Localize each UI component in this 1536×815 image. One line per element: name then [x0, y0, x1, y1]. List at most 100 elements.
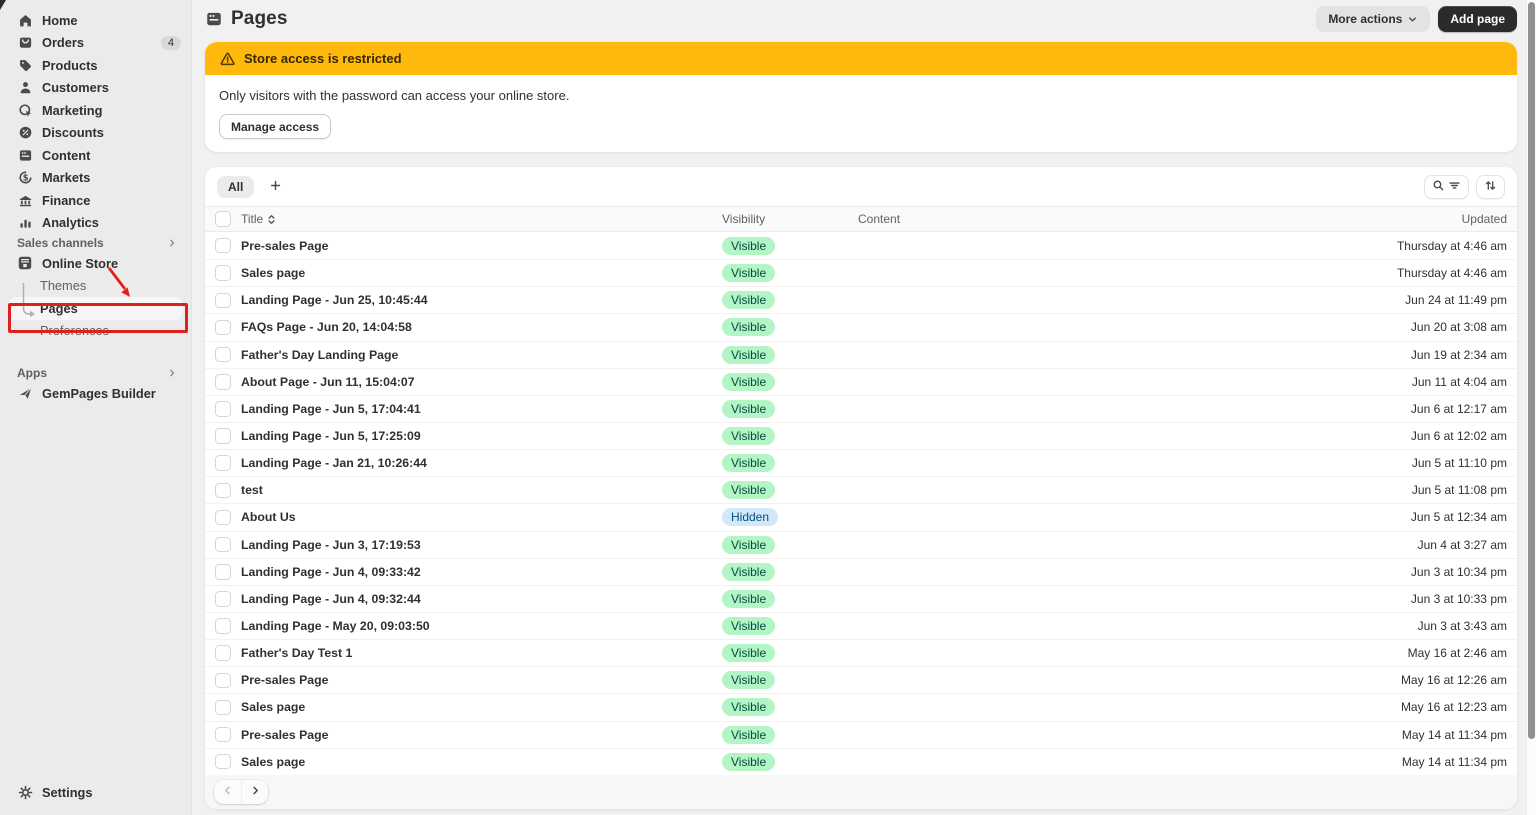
column-header-title[interactable]: Title [241, 212, 722, 226]
page-title-cell[interactable]: test [241, 483, 722, 497]
row-checkbox[interactable] [215, 401, 231, 417]
sidebar-item-analytics[interactable]: Analytics [0, 212, 191, 235]
sidebar-item-markets[interactable]: $ Markets [0, 167, 191, 190]
page-title-cell[interactable]: Landing Page - Jun 4, 09:32:44 [241, 592, 722, 606]
scrollbar-thumb[interactable] [1527, 2, 1535, 739]
column-header-updated: Updated [1461, 212, 1507, 226]
table-row[interactable]: Landing Page - Jun 4, 09:32:44 Visible Jun… [205, 584, 1517, 612]
row-checkbox[interactable] [215, 292, 231, 309]
table-row[interactable]: Pre-sales Page Visible Thursday at 4:46 am [205, 232, 1517, 259]
table-row[interactable]: Father's Day Test 1 Visible May 16 at 2:46… [205, 639, 1517, 666]
page-title-cell[interactable]: Sales page [241, 755, 722, 769]
page-title-cell[interactable]: Sales page [241, 700, 722, 714]
pages-label: Pages [40, 300, 78, 316]
sidebar-item-products[interactable]: Products [0, 54, 191, 77]
row-checkbox[interactable] [215, 482, 231, 499]
add-view-button[interactable] [264, 175, 287, 199]
row-checkbox[interactable] [215, 564, 231, 580]
sidebar-item-themes[interactable]: Themes [0, 275, 191, 298]
more-actions-button[interactable]: More actions [1316, 6, 1431, 32]
sidebar-item-pages[interactable]: Pages [8, 297, 183, 320]
table-row[interactable]: Pre-sales Page Visible May 14 at 11:34 pm [205, 720, 1517, 748]
page-title-cell[interactable]: Landing Page - Jun 5, 17:04:41 [241, 402, 722, 416]
table-row[interactable]: Sales page Visible Thursday at 4:46 am [205, 259, 1517, 286]
table-row[interactable]: Landing Page - Jun 5, 17:25:09 Visible Jun… [205, 421, 1517, 449]
row-checkbox[interactable] [215, 753, 231, 770]
page-title-cell[interactable]: Landing Page - Jun 25, 10:45:44 [241, 293, 722, 307]
page-title-cell[interactable]: About Us [241, 510, 722, 524]
sidebar-item-finance[interactable]: Finance [0, 189, 191, 212]
previous-page-button[interactable] [214, 779, 241, 804]
page-title-cell[interactable]: Sales page [241, 266, 722, 280]
row-checkbox[interactable] [215, 618, 231, 634]
table-row[interactable]: Sales page Visible May 14 at 11:34 pm [205, 747, 1517, 775]
table-row[interactable]: Landing Page - Jun 4, 09:33:42 Visible Jun… [205, 557, 1517, 585]
sidebar-item-preferences[interactable]: Preferences [0, 320, 191, 343]
sidebar-item-home[interactable]: Home [0, 9, 191, 32]
page-title-cell[interactable]: Pre-sales Page [241, 728, 722, 742]
sidebar-item-orders[interactable]: Orders 4 [0, 32, 191, 55]
sidebar-item-label: Customers [42, 80, 109, 96]
sales-channels-header[interactable]: Sales channels [0, 234, 191, 252]
row-checkbox[interactable] [215, 726, 231, 743]
sort-button[interactable] [1476, 174, 1505, 199]
page-title-cell[interactable]: About Page - Jun 11, 15:04:07 [241, 375, 722, 389]
manage-access-button[interactable]: Manage access [219, 114, 332, 139]
table-row[interactable]: Father's Day Landing Page Visible Jun 19 a… [205, 340, 1517, 368]
next-page-button[interactable] [241, 779, 268, 804]
apps-header[interactable]: Apps [0, 364, 191, 382]
row-checkbox[interactable] [215, 591, 231, 607]
page-title-cell[interactable]: Landing Page - Jan 21, 10:26:44 [241, 456, 722, 470]
row-checkbox[interactable] [215, 645, 231, 661]
page-title-cell[interactable]: FAQs Page - Jun 20, 14:04:58 [241, 320, 722, 334]
page-title-cell[interactable]: Landing Page - Jun 3, 17:19:53 [241, 538, 722, 552]
sidebar-nav: Home Orders 4 Products Customers Marketing Dis… [0, 9, 191, 234]
table-row[interactable]: test Visible Jun 5 at 11:08 pm [205, 476, 1517, 503]
row-checkbox[interactable] [215, 374, 231, 390]
row-checkbox[interactable] [215, 509, 231, 526]
table-row[interactable]: Sales page Visible May 16 at 12:23 am [205, 693, 1517, 720]
sidebar-item-customers[interactable]: Customers [0, 77, 191, 100]
row-checkbox[interactable] [215, 428, 231, 444]
chevron-right-icon [167, 238, 177, 248]
sidebar-item-marketing[interactable]: Marketing [0, 99, 191, 122]
table-row[interactable]: Landing Page - Jun 3, 17:19:53 Visible Jun… [205, 530, 1517, 558]
table-row[interactable]: About Page - Jun 11, 15:04:07 Visible Jun … [205, 367, 1517, 395]
table-row[interactable]: Landing Page - Jan 21, 10:26:44 Visible Ju… [205, 449, 1517, 476]
sidebar-item-discounts[interactable]: Discounts [0, 122, 191, 145]
page-title-cell[interactable]: Pre-sales Page [241, 673, 722, 687]
page-title-cell[interactable]: Father's Day Landing Page [241, 348, 722, 362]
table-row[interactable]: Landing Page - Jun 25, 10:45:44 Visible Ju… [205, 286, 1517, 313]
row-checkbox[interactable] [215, 672, 231, 689]
select-all-checkbox[interactable] [215, 211, 231, 227]
table-row[interactable]: Landing Page - May 20, 09:03:50 Visible Ju… [205, 611, 1517, 639]
page-title-cell[interactable]: Landing Page - Jun 5, 17:25:09 [241, 429, 722, 443]
search-and-filter-button[interactable] [1424, 174, 1469, 199]
vertical-scrollbar[interactable] [1526, 0, 1536, 815]
updated-cell: Jun 5 at 12:34 am [1410, 510, 1507, 525]
tab-all[interactable]: All [217, 175, 255, 198]
sort-carets-icon [267, 214, 276, 225]
table-row[interactable]: Pre-sales Page Visible May 16 at 12:26 am [205, 666, 1517, 693]
page-title-cell[interactable]: Pre-sales Page [241, 239, 722, 253]
row-checkbox[interactable] [215, 699, 231, 716]
row-checkbox[interactable] [215, 237, 231, 254]
row-checkbox[interactable] [215, 346, 231, 363]
page-title-cell[interactable]: Landing Page - May 20, 09:03:50 [241, 619, 722, 633]
sidebar-item-content[interactable]: Content [0, 144, 191, 167]
table-row[interactable]: Landing Page - Jun 5, 17:04:41 Visible Jun… [205, 394, 1517, 422]
page-title-cell[interactable]: Father's Day Test 1 [241, 646, 722, 660]
row-checkbox[interactable] [215, 319, 231, 336]
app-window: Home Orders 4 Products Customers Marketing Dis… [0, 0, 1536, 815]
table-row[interactable]: About Us Hidden Jun 5 at 12:34 am [205, 503, 1517, 530]
sidebar-item-gempages-builder[interactable]: GemPages Builder [0, 382, 191, 405]
row-checkbox[interactable] [215, 455, 231, 471]
table-row[interactable]: FAQs Page - Jun 20, 14:04:58 Visible Jun 2… [205, 313, 1517, 340]
row-checkbox[interactable] [215, 536, 231, 553]
sidebar-item-online-store[interactable]: Online Store [0, 252, 191, 275]
row-checkbox[interactable] [215, 265, 231, 281]
analytics-icon [17, 215, 33, 231]
sidebar-item-settings[interactable]: Settings [0, 782, 191, 805]
page-title-cell[interactable]: Landing Page - Jun 4, 09:33:42 [241, 565, 722, 579]
add-page-button[interactable]: Add page [1438, 6, 1517, 32]
